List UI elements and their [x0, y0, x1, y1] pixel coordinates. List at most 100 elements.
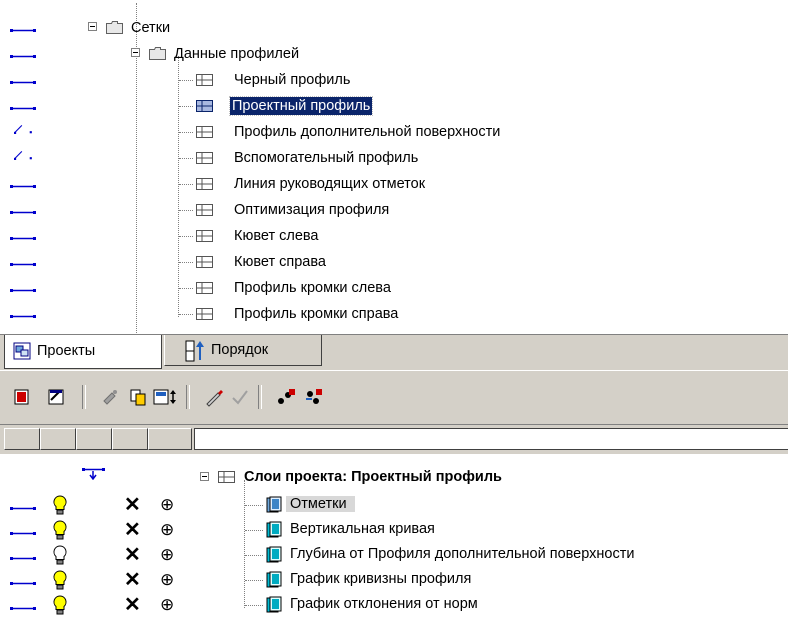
tree-item-profile[interactable]: Черный профиль — [0, 67, 788, 93]
snap-icon[interactable]: ⊕ — [160, 545, 174, 565]
line-style-icon[interactable] — [10, 502, 38, 512]
column-header-delete[interactable] — [76, 428, 112, 450]
tree-item-profile[interactable]: Кювет слева — [0, 223, 788, 249]
column-header-visibility[interactable] — [40, 428, 76, 450]
tab-projects[interactable]: Проекты — [4, 335, 162, 369]
line-style-icon — [10, 263, 36, 266]
line-style-icon — [14, 151, 32, 160]
toolbar-separator — [258, 385, 262, 409]
layer-row[interactable]: ✕ ⊕ Глубина от Профиля дополнительной по… — [0, 542, 788, 568]
lightbulb-on-icon[interactable] — [52, 520, 68, 540]
layer-icon — [266, 596, 282, 613]
line-style-icon[interactable] — [10, 602, 38, 612]
line-style-icon — [10, 29, 36, 32]
line-style-icon[interactable] — [10, 527, 38, 537]
lightbulb-on-icon[interactable] — [52, 570, 68, 590]
tree-node-label: Данные профилей — [174, 46, 300, 62]
delete-icon[interactable]: ✕ — [124, 495, 141, 515]
lightbulb-off-icon[interactable] — [52, 545, 68, 565]
tree-node-label: Сетки — [131, 20, 171, 36]
layers-root-node[interactable]: Слои проекта: Проектный профиль — [0, 464, 788, 490]
tree-item-label: Кювет слева — [234, 228, 319, 244]
table-icon — [196, 308, 213, 320]
collapse-icon[interactable] — [131, 48, 140, 57]
delete-icon[interactable]: ✕ — [124, 520, 141, 540]
tree-item-profile[interactable]: Профиль дополнительной поверхности — [0, 119, 788, 145]
pencil-icon[interactable] — [204, 387, 224, 407]
sort-icon[interactable] — [152, 387, 178, 407]
delete-icon[interactable]: ✕ — [124, 570, 141, 590]
tree-item-profile[interactable]: Вспомогательный профиль — [0, 145, 788, 171]
line-style-icon — [10, 185, 36, 188]
table-icon — [196, 256, 213, 268]
add-node-icon[interactable] — [276, 387, 296, 407]
tree-node-grids[interactable]: Сетки — [0, 15, 788, 41]
snap-icon[interactable]: ⊕ — [160, 595, 174, 615]
layer-label: Отметки — [286, 496, 355, 512]
collapse-icon[interactable] — [200, 472, 209, 481]
table-icon — [196, 178, 213, 190]
line-style-icon — [10, 315, 36, 318]
grid-tree-panel: Сетки Данные профилей Черный профиль Про… — [0, 0, 788, 334]
layer-row[interactable]: ✕ ⊕ График отклонения от норм — [0, 592, 788, 618]
filter-input[interactable] — [194, 428, 788, 450]
brush-icon[interactable] — [100, 387, 120, 407]
project-layers-panel: Слои проекта: Проектный профиль ✕ ⊕ Отме… — [0, 454, 788, 619]
layer-icon — [266, 521, 282, 538]
move-node-icon[interactable] — [304, 387, 324, 407]
toolbar-separator — [82, 385, 86, 409]
snap-icon[interactable]: ⊕ — [160, 495, 174, 515]
layer-row[interactable]: ✕ ⊕ Отметки — [0, 492, 788, 518]
projects-icon — [13, 342, 31, 360]
column-header-extra[interactable] — [148, 428, 192, 450]
tree-item-profile[interactable]: Профиль кромки слева — [0, 275, 788, 301]
check-icon[interactable] — [230, 387, 250, 407]
toolbar-separator — [186, 385, 190, 409]
tree-item-profile[interactable]: Кювет справа — [0, 249, 788, 275]
lightbulb-on-icon[interactable] — [52, 595, 68, 615]
tree-item-profile[interactable]: Линия руководящих отметок — [0, 171, 788, 197]
tree-item-profile-selected[interactable]: Проектный профиль — [0, 93, 788, 119]
tree-item-profile[interactable]: Оптимизация профиля — [0, 197, 788, 223]
layer-row[interactable]: ✕ ⊕ Вертикальная кривая — [0, 517, 788, 543]
copy-icon[interactable] — [128, 387, 148, 407]
line-style-icon — [10, 81, 36, 84]
layer-row[interactable]: ✕ ⊕ График кривизны профиля — [0, 567, 788, 593]
tree-node-profile-data[interactable]: Данные профилей — [0, 41, 788, 67]
tree-item-label: Профиль дополнительной поверхности — [234, 124, 501, 140]
tree-item-profile[interactable]: Профиль кромки справа — [0, 301, 788, 327]
table-icon — [196, 126, 213, 138]
table-icon — [196, 230, 213, 242]
tab-order[interactable]: Порядок — [164, 335, 322, 366]
snap-icon[interactable]: ⊕ — [160, 570, 174, 590]
tree-item-label: Профиль кромки слева — [234, 280, 391, 296]
line-style-icon[interactable] — [10, 577, 38, 587]
properties-icon[interactable] — [46, 387, 66, 407]
line-style-arrow-icon — [82, 468, 105, 480]
layers-root-label: Слои проекта: Проектный профиль — [244, 469, 502, 485]
line-style-icon — [10, 55, 36, 58]
tree-item-label: Проектный профиль — [228, 96, 374, 116]
snap-icon[interactable]: ⊕ — [160, 520, 174, 540]
layer-label: Вертикальная кривая — [290, 521, 435, 537]
tab-bar: Проекты Порядок — [0, 334, 788, 371]
line-style-icon — [10, 211, 36, 214]
folder-icon — [149, 47, 166, 60]
column-header-linetype[interactable] — [4, 428, 40, 450]
column-header-snap[interactable] — [112, 428, 148, 450]
delete-icon[interactable]: ✕ — [124, 545, 141, 565]
collapse-icon[interactable] — [88, 22, 97, 31]
tree-item-label: Линия руководящих отметок — [234, 176, 426, 192]
table-icon — [218, 471, 235, 483]
folder-icon — [106, 21, 123, 34]
line-style-icon[interactable] — [10, 552, 38, 562]
table-icon — [196, 152, 213, 164]
line-style-icon — [14, 125, 32, 134]
new-layer-icon[interactable] — [12, 387, 32, 407]
order-icon — [185, 340, 204, 362]
tree-item-label: Вспомогательный профиль — [234, 150, 419, 166]
lightbulb-on-icon[interactable] — [52, 495, 68, 515]
column-header-bar — [0, 424, 788, 455]
line-style-icon — [10, 237, 36, 240]
delete-icon[interactable]: ✕ — [124, 595, 141, 615]
